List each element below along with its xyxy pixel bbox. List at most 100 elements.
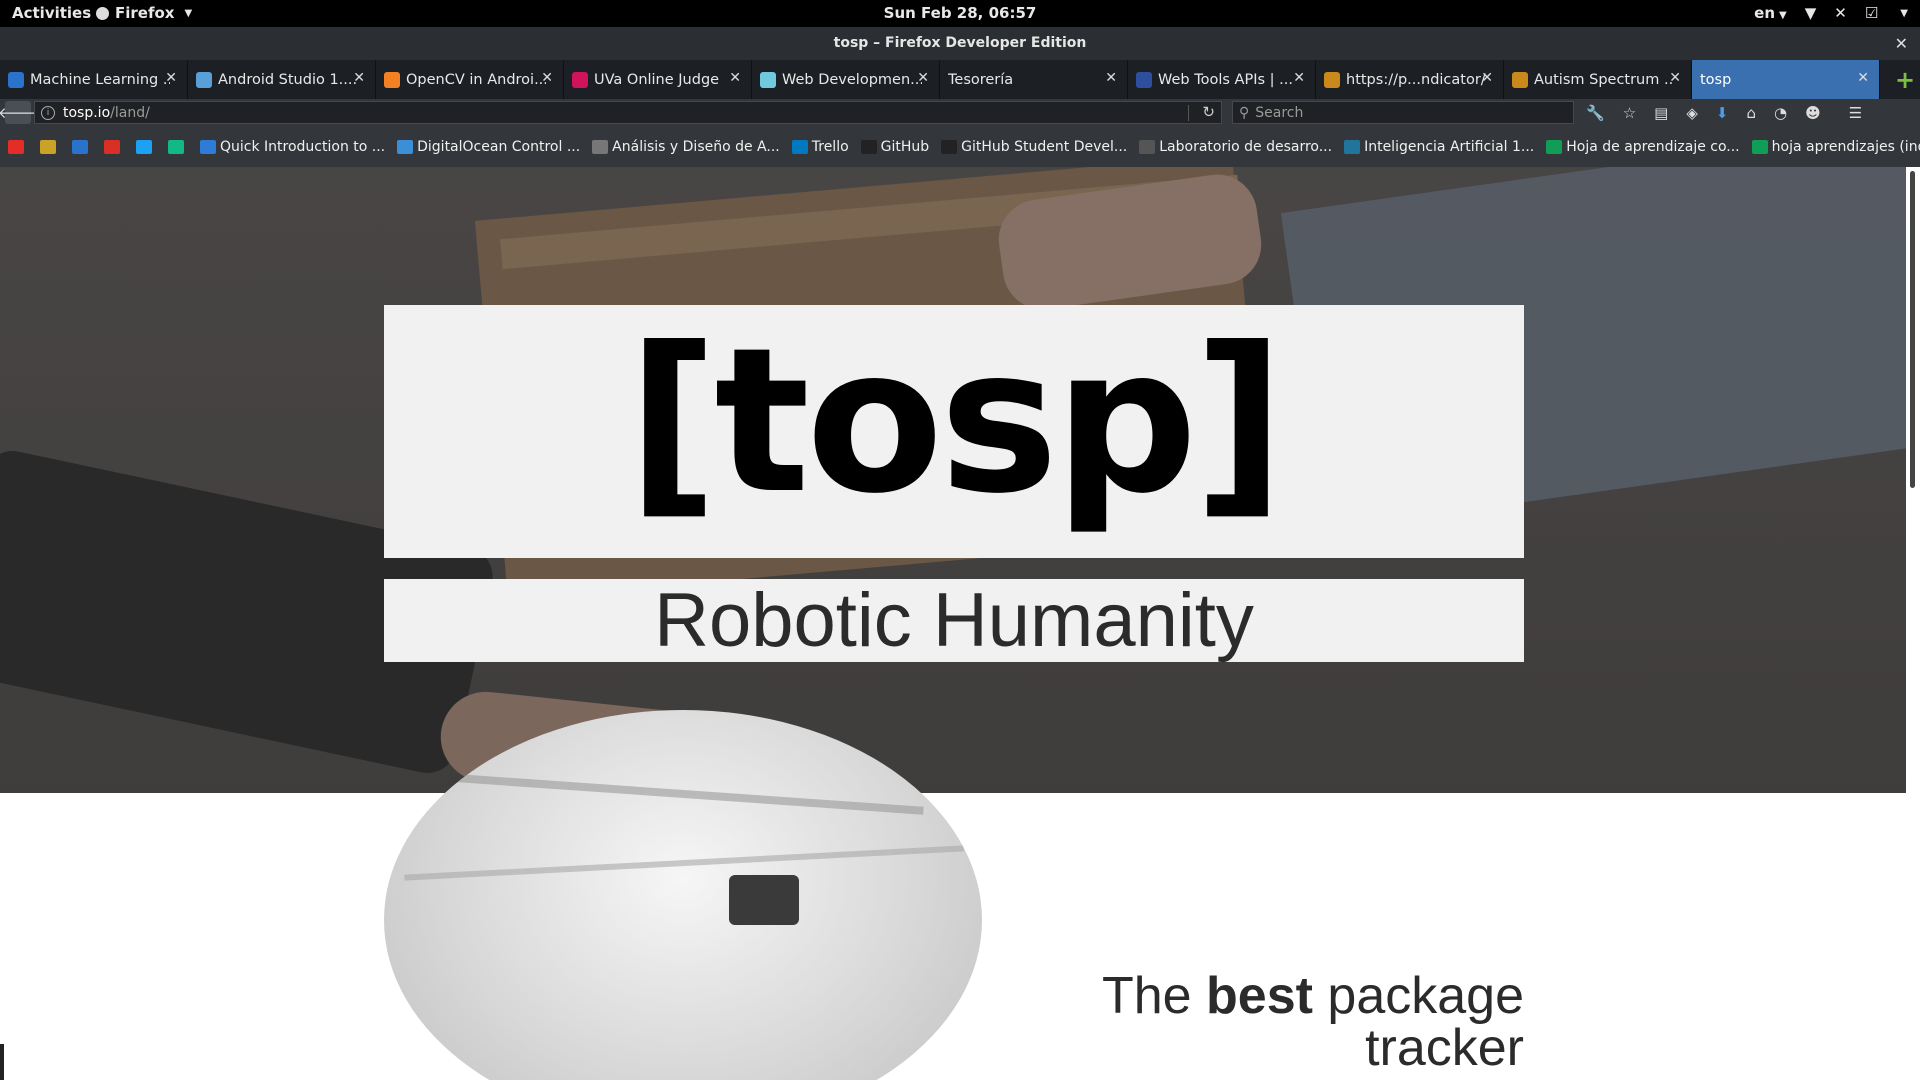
close-tab-icon[interactable]: ✕	[1481, 70, 1493, 86]
site-info-icon[interactable]: i	[41, 105, 55, 120]
tab-label: https://p...ndicator/	[1346, 71, 1486, 88]
tab-3[interactable]: UVa Online Judge ✕	[564, 60, 752, 99]
search-placeholder: Search	[1255, 104, 1304, 121]
chevron-down-icon[interactable]: ▼	[1900, 8, 1908, 19]
back-button[interactable]: 🡐	[0, 101, 38, 124]
close-tab-icon[interactable]: ✕	[1857, 70, 1869, 86]
bookmark-1[interactable]	[40, 139, 60, 154]
tab-0[interactable]: Machine Learning ... ✕	[0, 60, 188, 99]
bookmark-9[interactable]: Trello	[791, 138, 849, 155]
feature-image-detail	[444, 773, 924, 815]
close-tab-icon[interactable]: ✕	[1669, 70, 1681, 86]
m-icon	[200, 139, 216, 154]
tab-label: Web Developmen...	[782, 71, 922, 88]
feature-heading-prefix: The	[1101, 967, 1207, 1025]
reload-icon[interactable]: ↻	[1202, 103, 1215, 121]
bookmark-3[interactable]	[104, 139, 124, 154]
close-tab-icon[interactable]: ✕	[729, 70, 741, 86]
close-tab-icon[interactable]: ✕	[541, 70, 553, 86]
activities-button[interactable]: Activities	[12, 4, 91, 22]
coursera-icon	[72, 139, 88, 154]
tab-label: OpenCV in Androi...	[406, 71, 546, 88]
twitter-icon	[136, 139, 152, 154]
chevron-down-icon: ▼	[184, 7, 193, 19]
bookmark-14[interactable]: Hoja de aprendizaje co...	[1546, 138, 1740, 155]
web-page-content: [tosp] Robotic Humanity The best package…	[0, 167, 1906, 1080]
bookmark-label: GitHub	[880, 138, 930, 155]
tab-label: Machine Learning ...	[30, 71, 170, 88]
downloads-icon[interactable]: ⬇	[1716, 104, 1729, 122]
sheets-icon	[1546, 139, 1563, 154]
cloud-icon	[397, 139, 414, 154]
bookmark-11[interactable]: GitHub Student Devel...	[941, 139, 1127, 155]
bookmark-label: Laboratorio de desarro...	[1159, 138, 1333, 155]
search-input[interactable]: ⚲ Search	[1232, 101, 1574, 124]
sync-icon[interactable]: ◔	[1774, 104, 1787, 122]
tab-5[interactable]: Tesorería ✕	[940, 60, 1128, 99]
developer-tools-icon[interactable]: 🔧	[1586, 104, 1605, 122]
hello-icon[interactable]: ☻	[1805, 104, 1821, 122]
bookmark-13[interactable]: Inteligencia Artificial 1...	[1344, 139, 1534, 155]
firefox-icon	[96, 6, 109, 20]
bookmark-0[interactable]	[8, 139, 28, 154]
bookmark-10[interactable]: GitHub	[860, 138, 930, 155]
bookmarks-toolbar: Quick Introduction to ... DigitalOcean Co…	[0, 126, 1920, 167]
page-icon	[1512, 71, 1528, 88]
tab-label: UVa Online Judge	[594, 71, 720, 88]
bookmark-7[interactable]: DigitalOcean Control ...	[397, 139, 580, 155]
bookmark-5[interactable]	[168, 139, 188, 154]
language-indicator[interactable]: en ▼	[1754, 4, 1787, 22]
home-icon[interactable]: ⌂	[1746, 104, 1756, 122]
bookmark-12[interactable]: Laboratorio de desarro...	[1139, 139, 1332, 155]
slack-icon	[760, 71, 776, 88]
bookmark-label: Trello	[811, 138, 849, 155]
bookmark-label: GitHub Student Devel...	[961, 138, 1128, 155]
url-bar[interactable]: i tosp.io/land/ ↻	[34, 101, 1222, 124]
page-scrollbar[interactable]	[1906, 167, 1920, 1080]
feature-heading-bold: best	[1206, 967, 1313, 1025]
hero-section: [tosp] Robotic Humanity	[0, 167, 1906, 793]
navigation-toolbar: 🡐 i tosp.io/land/ ↻ ⚲ Search 🔧 ☆ ▤ ◈ ⬇ ⌂…	[0, 99, 1920, 126]
tab-label: Web Tools APIs | ...	[1158, 71, 1293, 88]
bookmark-2[interactable]	[72, 139, 92, 154]
bookmark-8[interactable]: Análisis y Diseño de A...	[592, 139, 780, 155]
hamburger-menu-icon[interactable]: ☰	[1849, 104, 1862, 122]
bookmark-6[interactable]: Quick Introduction to ...	[200, 139, 385, 155]
battery-icon[interactable]: ☑	[1865, 4, 1878, 22]
tab-4[interactable]: Web Developmen... ✕	[752, 60, 940, 99]
bookmark-label: Hoja de aprendizaje co...	[1566, 138, 1740, 155]
tab-8[interactable]: Autism Spectrum ... ✕	[1504, 60, 1692, 99]
github-icon	[941, 139, 958, 154]
youtube-icon	[8, 139, 24, 154]
close-tab-icon[interactable]: ✕	[917, 70, 929, 86]
pocket-icon[interactable]: ◈	[1686, 104, 1698, 122]
close-tab-icon[interactable]: ✕	[1105, 70, 1117, 86]
app-menu-button[interactable]: Firefox ▼	[96, 4, 192, 22]
stackoverflow-icon	[384, 71, 400, 88]
bookmark-star-icon[interactable]: ☆	[1623, 104, 1636, 122]
usps-icon	[1136, 71, 1152, 88]
wifi-icon[interactable]: ▼	[1805, 4, 1817, 22]
bookmark-4[interactable]	[136, 139, 156, 154]
clock[interactable]: Sun Feb 28, 06:57	[884, 4, 1037, 22]
bookmark-label: Inteligencia Artificial 1...	[1364, 138, 1535, 155]
tab-6[interactable]: Web Tools APIs | ... ✕	[1128, 60, 1316, 99]
reading-list-icon[interactable]: ▤	[1654, 104, 1668, 122]
volume-muted-icon[interactable]: ✕	[1834, 4, 1847, 22]
toolbar-icons: 🔧 ☆ ▤ ◈ ⬇ ⌂ ◔ ☻ ☰	[1586, 99, 1862, 126]
tab-9[interactable]: tosp ✕	[1692, 60, 1880, 99]
new-tab-button[interactable]: +	[1890, 60, 1920, 99]
close-window-icon[interactable]: ✕	[1895, 27, 1908, 60]
bookmark-15[interactable]: hoja aprendizajes (indi...	[1751, 139, 1920, 155]
close-tab-icon[interactable]: ✕	[353, 70, 365, 86]
globe-icon	[592, 139, 609, 154]
close-tab-icon[interactable]: ✕	[165, 70, 177, 86]
tab-7[interactable]: https://p...ndicator/✕	[1316, 60, 1504, 99]
scrollbar-thumb[interactable]	[1910, 171, 1915, 488]
back-arrow-icon: 🡐	[0, 104, 39, 122]
tab-label: Tesorería	[948, 71, 1014, 88]
tab-1[interactable]: Android Studio 1.... ✕	[188, 60, 376, 99]
github-icon	[860, 139, 877, 154]
close-tab-icon[interactable]: ✕	[1293, 70, 1305, 86]
tab-2[interactable]: OpenCV in Androi... ✕	[376, 60, 564, 99]
